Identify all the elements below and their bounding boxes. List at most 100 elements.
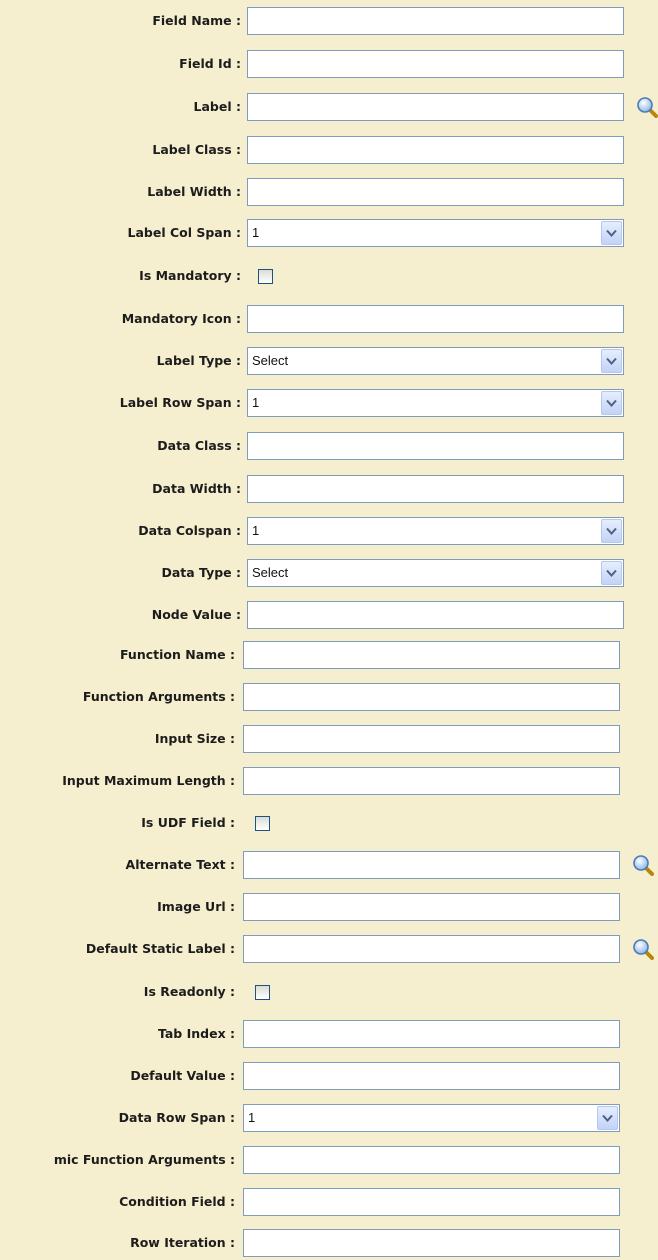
is-udf-field-label: Is UDF Field : <box>141 815 235 830</box>
chevron-down-icon[interactable] <box>601 391 622 415</box>
function-arguments-row: Function Arguments : <box>0 680 658 714</box>
label-col-span-label: Label Col Span : <box>127 225 242 240</box>
field-id-label: Field Id : <box>179 56 241 71</box>
row-iteration-label: Row Iteration : <box>130 1235 235 1250</box>
node-value-row: Node Value : <box>0 598 658 632</box>
data-colspan-value: 1 <box>252 523 260 538</box>
label-input[interactable] <box>247 93 624 121</box>
data-colspan-select[interactable]: 1 <box>247 517 624 545</box>
data-type-value: Select <box>252 565 289 580</box>
data-row-span-label: Data Row Span : <box>118 1110 235 1125</box>
image-url-row: Image Url : <box>0 890 658 924</box>
chevron-down-icon[interactable] <box>597 1106 618 1130</box>
row-iteration-input[interactable] <box>243 1229 620 1257</box>
alternate-text-label: Alternate Text : <box>125 857 235 872</box>
data-width-label: Data Width : <box>152 481 241 496</box>
magnifier-icon[interactable] <box>632 854 654 876</box>
data-row-span-value: 1 <box>248 1110 256 1125</box>
image-url-input[interactable] <box>243 893 620 921</box>
label-row-span-row: Label Row Span : 1 <box>0 386 658 420</box>
condition-field-input[interactable] <box>243 1188 620 1216</box>
label-width-input[interactable] <box>247 178 624 206</box>
label-col-span-select[interactable]: 1 <box>247 219 624 247</box>
default-value-label: Default Value : <box>130 1068 235 1083</box>
is-readonly-label: Is Readonly : <box>143 984 235 999</box>
data-colspan-label: Data Colspan : <box>138 523 241 538</box>
alternate-text-row: Alternate Text : <box>0 848 658 882</box>
default-static-label-row: Default Static Label : <box>0 932 658 966</box>
alternate-text-input[interactable] <box>243 851 620 879</box>
data-class-input[interactable] <box>247 432 624 460</box>
function-arguments-input[interactable] <box>243 683 620 711</box>
label-width-label: Label Width : <box>147 184 241 199</box>
tab-index-input[interactable] <box>243 1020 620 1048</box>
function-arguments-label: Function Arguments : <box>82 689 235 704</box>
input-size-label: Input Size : <box>154 731 235 746</box>
field-name-input[interactable] <box>247 7 624 35</box>
label-type-row: Label Type : Select <box>0 344 658 378</box>
label-col-span-row: Label Col Span : 1 <box>0 216 658 250</box>
is-mandatory-checkbox[interactable] <box>258 269 273 284</box>
chevron-down-icon[interactable] <box>601 221 622 245</box>
label-class-row: Label Class : <box>0 133 658 167</box>
input-size-row: Input Size : <box>0 722 658 756</box>
label-type-label: Label Type : <box>156 353 241 368</box>
data-class-label: Data Class : <box>157 438 241 453</box>
field-name-label: Field Name : <box>152 13 241 28</box>
row-iteration-row: Row Iteration : <box>0 1226 658 1260</box>
label-type-select[interactable]: Select <box>247 347 624 375</box>
function-name-label: Function Name : <box>120 647 235 662</box>
data-type-select[interactable]: Select <box>247 559 624 587</box>
magnifier-icon[interactable] <box>636 96 658 118</box>
label-class-input[interactable] <box>247 136 624 164</box>
chevron-down-icon[interactable] <box>601 349 622 373</box>
mandatory-icon-label: Mandatory Icon : <box>121 311 241 326</box>
label-width-row: Label Width : <box>0 175 658 209</box>
mandatory-icon-input[interactable] <box>247 305 624 333</box>
label-row: Label : <box>0 90 658 124</box>
field-id-row: Field Id : <box>0 47 658 81</box>
default-value-input[interactable] <box>243 1062 620 1090</box>
is-udf-field-row: Is UDF Field : <box>0 806 658 840</box>
chevron-down-icon[interactable] <box>601 519 622 543</box>
label-class-label: Label Class : <box>152 142 241 157</box>
mandatory-icon-row: Mandatory Icon : <box>0 302 658 336</box>
input-size-input[interactable] <box>243 725 620 753</box>
label-row-span-label: Label Row Span : <box>119 395 241 410</box>
dynamic-function-arguments-label: mic Function Arguments : <box>53 1152 235 1167</box>
condition-field-row: Condition Field : <box>0 1185 658 1219</box>
input-max-length-label: Input Maximum Length : <box>62 773 235 788</box>
input-max-length-row: Input Maximum Length : <box>0 764 658 798</box>
label-row-span-select[interactable]: 1 <box>247 389 624 417</box>
data-row-span-row: Data Row Span : 1 <box>0 1101 658 1135</box>
data-type-label: Data Type : <box>161 565 241 580</box>
data-width-input[interactable] <box>247 475 624 503</box>
field-id-input[interactable] <box>247 50 624 78</box>
node-value-input[interactable] <box>247 601 624 629</box>
function-name-row: Function Name : <box>0 638 658 672</box>
function-name-input[interactable] <box>243 641 620 669</box>
data-row-span-select[interactable]: 1 <box>243 1104 620 1132</box>
is-readonly-row: Is Readonly : <box>0 975 658 1009</box>
field-name-row: Field Name : <box>0 4 658 38</box>
input-max-length-input[interactable] <box>243 767 620 795</box>
tab-index-label: Tab Index : <box>157 1026 235 1041</box>
data-type-row: Data Type : Select <box>0 556 658 590</box>
chevron-down-icon[interactable] <box>601 561 622 585</box>
data-class-row: Data Class : <box>0 429 658 463</box>
dynamic-function-arguments-input[interactable] <box>243 1146 620 1174</box>
default-static-label-input[interactable] <box>243 935 620 963</box>
label-row-span-value: 1 <box>252 395 260 410</box>
data-width-row: Data Width : <box>0 472 658 506</box>
data-colspan-row: Data Colspan : 1 <box>0 514 658 548</box>
is-readonly-checkbox[interactable] <box>255 985 270 1000</box>
label-label: Label : <box>193 99 241 114</box>
label-type-value: Select <box>252 353 289 368</box>
default-value-row: Default Value : <box>0 1059 658 1093</box>
dynamic-function-arguments-row: mic Function Arguments : <box>0 1143 658 1177</box>
label-col-span-value: 1 <box>252 225 260 240</box>
is-udf-field-checkbox[interactable] <box>255 816 270 831</box>
condition-field-label: Condition Field : <box>119 1194 235 1209</box>
magnifier-icon[interactable] <box>632 938 654 960</box>
is-mandatory-row: Is Mandatory : <box>0 259 658 293</box>
